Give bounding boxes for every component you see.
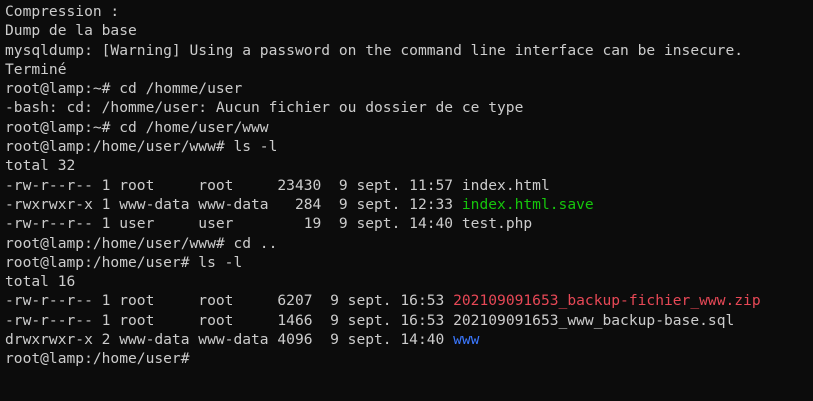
- file-name-executable: index.html.save: [461, 195, 594, 213]
- output-line: Compression :: [5, 3, 120, 20]
- file-meta: -rwxrwxr-x 1 www-data www-data 284 9 sep…: [5, 195, 462, 213]
- command-line: root@lamp:/home/user/www# cd ..: [5, 234, 278, 252]
- warning-line: mysqldump: [Warning] Using a password on…: [5, 41, 744, 59]
- file-meta: -rw-r--r-- 1 root root 6207 9 sept. 16:5…: [5, 292, 454, 310]
- file-name: test.php: [461, 215, 533, 233]
- total-line: total 16: [5, 273, 76, 291]
- file-row: -rw-r--r-- 1 root root 6207 9 sept. 16:5…: [5, 291, 813, 310]
- output-line: Dump de la base: [5, 22, 137, 40]
- file-name: index.html: [461, 176, 550, 194]
- file-meta: -rw-r--r-- 1 user user 19 9 sept. 14:40: [5, 215, 462, 233]
- command-line: root@lamp:/home/user# ls -l: [5, 253, 243, 271]
- file-meta: -rw-r--r-- 1 root root 1466 9 sept. 16:5…: [5, 311, 454, 329]
- file-name: 202109091653_www_backup-base.sql: [453, 311, 735, 329]
- terminal-window[interactable]: Compression : Dump de la base mysqldump:…: [0, 0, 813, 401]
- file-name-archive: 202109091653_backup-fichier_www.zip: [453, 292, 761, 310]
- total-line: total 32: [5, 157, 76, 175]
- file-row: -rw-r--r-- 1 root root 1466 9 sept. 16:5…: [5, 311, 813, 330]
- file-name-directory: www: [453, 331, 480, 349]
- command-line: root@lamp:/home/user/www# ls -l: [5, 138, 278, 156]
- command-line: root@lamp:~# cd /homme/user: [5, 80, 243, 98]
- error-line: -bash: cd: /homme/user: Aucun fichier ou…: [5, 99, 524, 117]
- file-meta: drwxrwxr-x 2 www-data www-data 4096 9 se…: [5, 331, 454, 349]
- shell-prompt: root@lamp:/home/user#: [5, 350, 199, 368]
- file-row: drwxrwxr-x 2 www-data www-data 4096 9 se…: [5, 330, 813, 349]
- command-line: root@lamp:~# cd /home/user/www: [5, 118, 269, 136]
- prompt-line[interactable]: root@lamp:/home/user#: [5, 349, 813, 368]
- file-row: -rw-r--r-- 1 user user 19 9 sept. 14:40 …: [5, 214, 813, 233]
- file-row: -rwxrwxr-x 1 www-data www-data 284 9 sep…: [5, 195, 813, 214]
- file-meta: -rw-r--r-- 1 root root 23430 9 sept. 11:…: [5, 176, 462, 194]
- file-row: -rw-r--r-- 1 root root 23430 9 sept. 11:…: [5, 176, 813, 195]
- output-line: Terminé: [5, 60, 67, 78]
